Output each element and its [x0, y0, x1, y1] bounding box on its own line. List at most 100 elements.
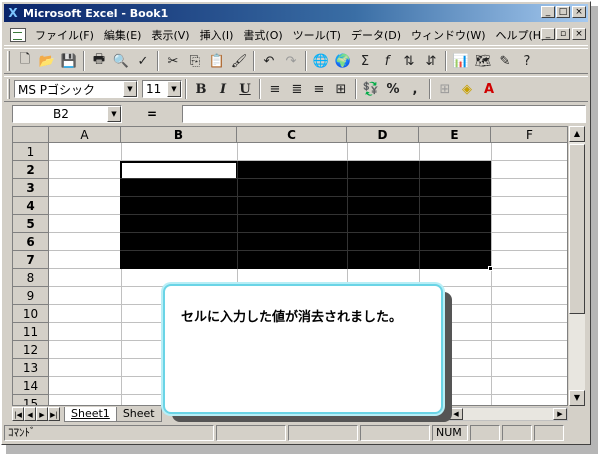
font-color-icon[interactable]: A [478, 78, 500, 100]
sheet-tab-sheet2[interactable]: Sheet [115, 406, 162, 422]
formula-input[interactable] [182, 105, 586, 123]
horizontal-scrollbar[interactable]: ◀ ▶ [448, 407, 568, 421]
selection-gridline [120, 178, 491, 179]
borders-icon[interactable]: ⊞ [434, 78, 456, 100]
print-preview-icon[interactable]: 🔍 [110, 50, 132, 72]
name-box[interactable]: B2 ▼ [12, 105, 122, 123]
menu-window[interactable]: ウィンドウ(W) [406, 27, 490, 43]
vertical-scrollbar[interactable]: ▲ ▼ [569, 126, 585, 406]
drawing-icon[interactable]: ✎ [494, 50, 516, 72]
paste-icon[interactable]: 📋 [206, 50, 228, 72]
column-header-b[interactable]: B [121, 127, 237, 143]
open-icon[interactable]: 📂 [36, 50, 58, 72]
chart-wizard-icon[interactable]: 📊 [450, 50, 472, 72]
menu-tools[interactable]: ツール(T) [288, 27, 346, 43]
maximize-button[interactable]: □ [556, 6, 570, 18]
align-center-icon[interactable]: ≣ [286, 78, 308, 100]
row-header-4[interactable]: 4 [13, 197, 49, 215]
merge-center-icon[interactable]: ⊞ [330, 78, 352, 100]
comma-button[interactable]: , [404, 78, 426, 100]
row-header-5[interactable]: 5 [13, 215, 49, 233]
row-header-14[interactable]: 14 [13, 377, 49, 395]
workbook-minimize-button[interactable]: _ [541, 28, 555, 40]
bold-button[interactable]: B [190, 78, 212, 100]
edit-formula-button[interactable]: = [122, 107, 182, 121]
fill-color-icon[interactable]: ◈ [456, 78, 478, 100]
workbook-icon[interactable] [10, 27, 26, 42]
font-size-select[interactable]: 11 ▼ [142, 80, 182, 98]
toolbar-grip[interactable] [7, 51, 10, 71]
hyperlink-icon[interactable]: 🌐 [310, 50, 332, 72]
row-header-10[interactable]: 10 [13, 305, 49, 323]
row-header-15[interactable]: 15 [13, 395, 49, 405]
row-header-12[interactable]: 12 [13, 341, 49, 359]
align-left-icon[interactable]: ≡ [264, 78, 286, 100]
spelling-icon[interactable]: ✓ [132, 50, 154, 72]
autosum-icon[interactable]: Σ [354, 50, 376, 72]
column-header-f[interactable]: F [491, 127, 567, 143]
vertical-scroll-thumb[interactable] [569, 144, 585, 314]
italic-button[interactable]: I [212, 78, 234, 100]
workbook-restore-button[interactable]: ▫ [556, 28, 570, 40]
copy-icon[interactable]: ⎘ [184, 50, 206, 72]
chevron-down-icon[interactable]: ▼ [107, 106, 121, 122]
save-icon[interactable]: 💾 [58, 50, 80, 72]
chevron-down-icon[interactable]: ▼ [167, 81, 181, 97]
menu-edit[interactable]: 編集(E) [99, 27, 147, 43]
menu-insert[interactable]: 挿入(I) [195, 27, 239, 43]
row-header-6[interactable]: 6 [13, 233, 49, 251]
column-header-e[interactable]: E [419, 127, 491, 143]
new-icon[interactable]: 🗋 [14, 50, 36, 72]
scroll-down-icon[interactable]: ▼ [569, 390, 585, 406]
row-header-1[interactable]: 1 [13, 143, 49, 161]
row-header-13[interactable]: 13 [13, 359, 49, 377]
status-panel [470, 425, 500, 441]
sort-descending-icon[interactable]: ⇵ [420, 50, 442, 72]
row-header-2[interactable]: 2 [13, 161, 49, 179]
sheet-tab-sheet1[interactable]: Sheet1 [64, 406, 117, 422]
currency-icon[interactable]: 💱 [360, 78, 382, 100]
chevron-down-icon[interactable]: ▼ [123, 81, 137, 97]
workbook-close-button[interactable]: × [572, 28, 586, 40]
row-header-9[interactable]: 9 [13, 287, 49, 305]
first-sheet-icon[interactable]: |◀ [12, 407, 24, 421]
scroll-up-icon[interactable]: ▲ [569, 126, 585, 142]
cut-icon[interactable]: ✂ [162, 50, 184, 72]
close-button[interactable]: × [572, 6, 586, 18]
last-sheet-icon[interactable]: ▶| [48, 407, 60, 421]
prev-sheet-icon[interactable]: ◀ [24, 407, 36, 421]
fill-handle[interactable] [488, 266, 493, 271]
menu-file[interactable]: ファイル(F) [30, 27, 99, 43]
redo-icon[interactable]: ↷ [280, 50, 302, 72]
sort-ascending-icon[interactable]: ⇅ [398, 50, 420, 72]
undo-icon[interactable]: ↶ [258, 50, 280, 72]
web-toolbar-icon[interactable]: 🌍 [332, 50, 354, 72]
menu-format[interactable]: 書式(O) [238, 27, 287, 43]
menu-view[interactable]: 表示(V) [146, 27, 194, 43]
column-header-d[interactable]: D [347, 127, 419, 143]
office-assistant-icon[interactable]: ? [516, 50, 538, 72]
function-icon[interactable]: f [376, 50, 398, 72]
row-header-7[interactable]: 7 [13, 251, 49, 269]
align-right-icon[interactable]: ≡ [308, 78, 330, 100]
map-icon[interactable]: 🗺 [472, 50, 494, 72]
standard-toolbar: 🗋 📂 💾 🖶 🔍 ✓ ✂ ⎘ 📋 🖌 ↶ ↷ 🌐 🌍 Σ f ⇅ ⇵ 📊 🗺 … [4, 48, 588, 74]
column-header-a[interactable]: A [49, 127, 121, 143]
next-sheet-icon[interactable]: ▶ [36, 407, 48, 421]
row-header-3[interactable]: 3 [13, 179, 49, 197]
format-painter-icon[interactable]: 🖌 [228, 50, 250, 72]
font-name-select[interactable]: MS Pゴシック ▼ [14, 80, 138, 98]
print-icon[interactable]: 🖶 [88, 50, 110, 72]
toolbar-grip[interactable] [7, 79, 10, 99]
row-header-8[interactable]: 8 [13, 269, 49, 287]
row-header-11[interactable]: 11 [13, 323, 49, 341]
underline-button[interactable]: U [234, 78, 256, 100]
toolbar-separator [429, 79, 431, 99]
menu-data[interactable]: データ(D) [346, 27, 406, 43]
active-cell-b2[interactable] [122, 163, 236, 178]
scroll-right-icon[interactable]: ▶ [553, 408, 567, 420]
minimize-button[interactable]: _ [541, 6, 555, 18]
select-all-button[interactable] [13, 127, 49, 143]
percent-button[interactable]: % [382, 78, 404, 100]
column-header-c[interactable]: C [237, 127, 347, 143]
